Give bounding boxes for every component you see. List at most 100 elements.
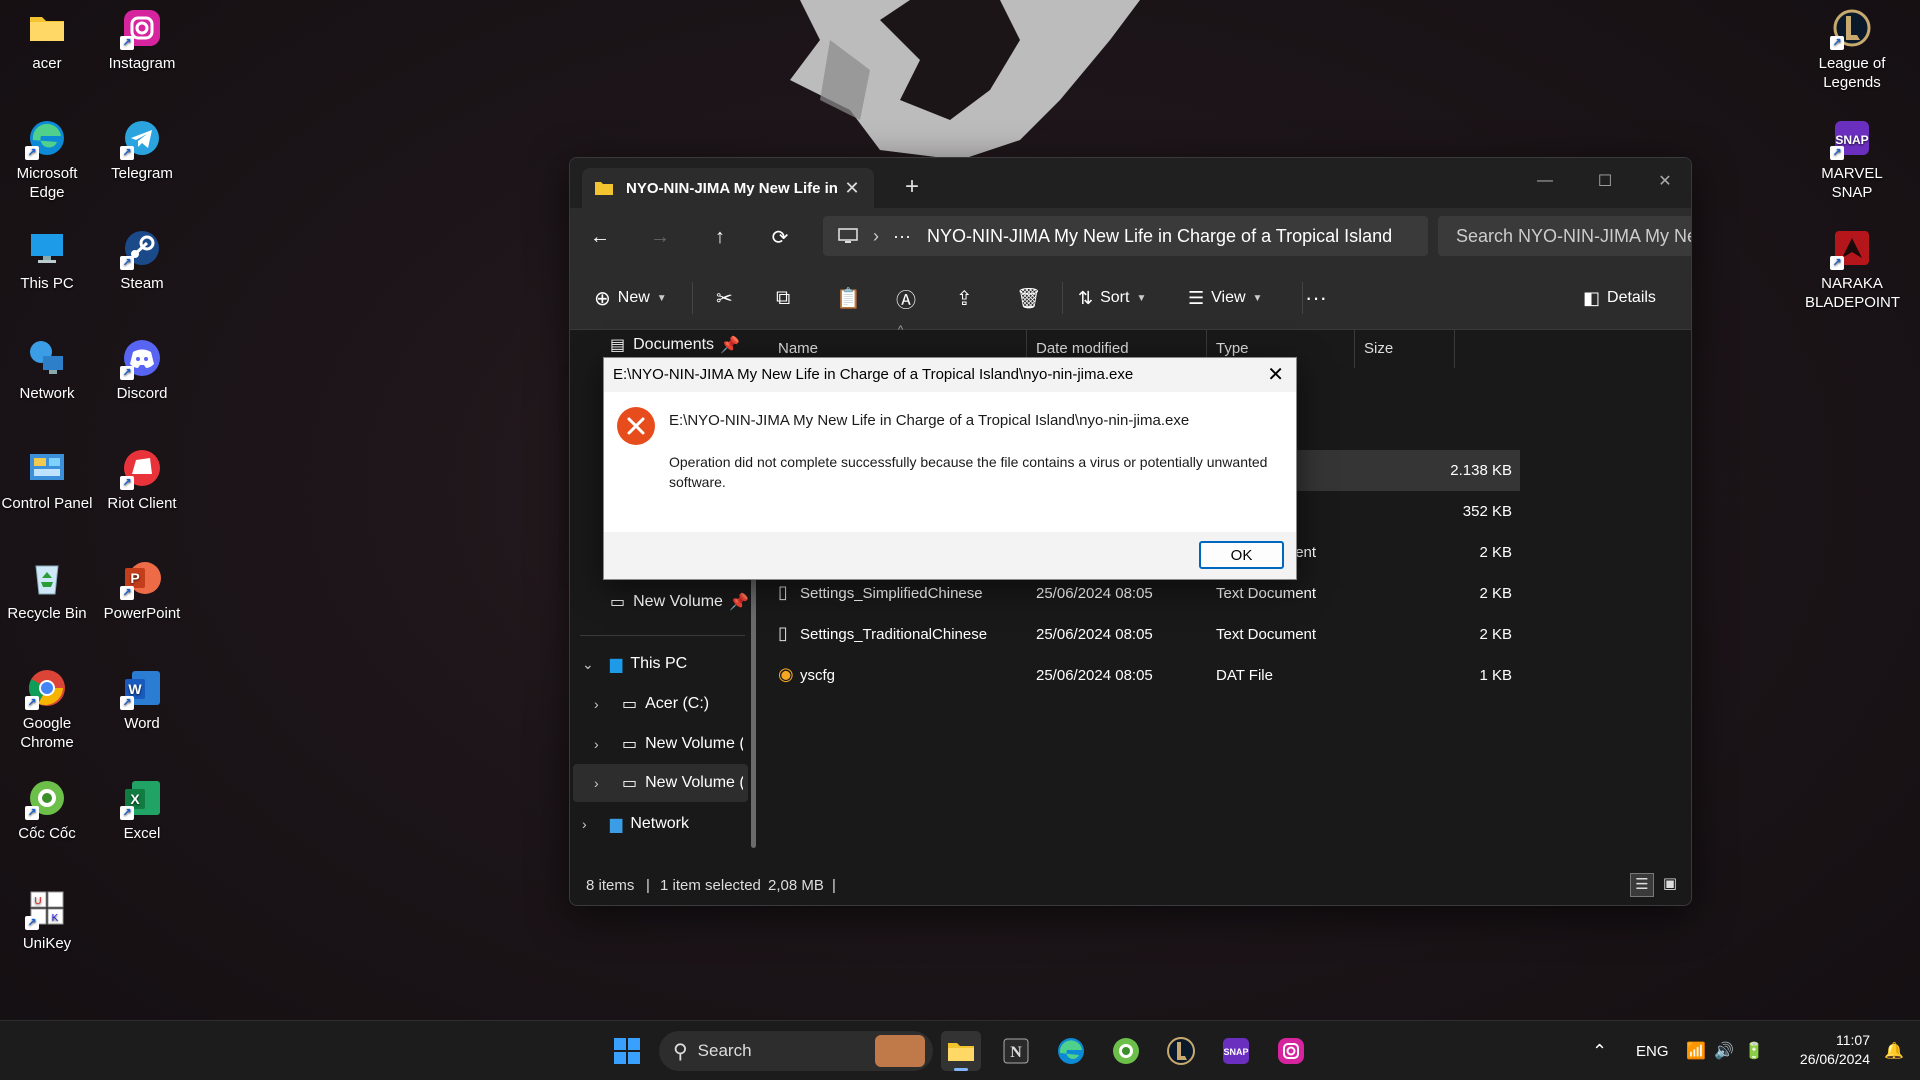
command-bar: ⊕ New ▼ ✂ ⧉ 📋 Ⓐ ⇪ 🗑 ⇅ Sort ▼ ☰ View ▼ ··… bbox=[570, 266, 1691, 330]
more-path-icon[interactable]: ··· bbox=[893, 226, 911, 247]
wallpaper-art bbox=[790, 0, 1140, 160]
view-button[interactable]: ☰ View ▼ bbox=[1188, 282, 1262, 314]
new-tab-button[interactable]: + bbox=[900, 173, 924, 201]
column-divider[interactable] bbox=[1354, 330, 1355, 368]
address-input[interactable]: › ··· NYO-NIN-JIMA My New Life in Charge… bbox=[823, 216, 1428, 256]
taskbar-edge[interactable] bbox=[1051, 1031, 1091, 1071]
nav-item-this-pc[interactable]: ⌄ ▆ This PC bbox=[582, 647, 687, 681]
chevron-right-icon[interactable]: › bbox=[594, 696, 610, 712]
desktop-icon-powerpoint[interactable]: P ↗ PowerPoint bbox=[95, 558, 189, 623]
shortcut-arrow-icon: ↗ bbox=[120, 256, 134, 270]
desktop-icon-riot-client[interactable]: ↗ Riot Client bbox=[95, 448, 189, 513]
file-date: 25/06/2024 08:05 bbox=[1036, 626, 1153, 643]
table-row[interactable]: ▯ Settings_TraditionalChinese 25/06/2024… bbox=[760, 614, 1520, 655]
close-tab-icon[interactable]: ✕ bbox=[842, 178, 862, 199]
desktop-icon-discord[interactable]: ↗ Discord bbox=[95, 338, 189, 403]
nav-item-new-volume-e[interactable]: › ▭ New Volume (E:) bbox=[594, 766, 743, 800]
column-divider[interactable] bbox=[1454, 330, 1455, 368]
desktop-icon-label: League of Legends bbox=[1818, 55, 1886, 91]
nav-item-network[interactable]: › ▆ Network bbox=[582, 807, 689, 841]
chevron-right-icon[interactable]: › bbox=[594, 736, 610, 752]
nav-item-new-volume-pinned[interactable]: ▭ New Volume 📌 bbox=[610, 585, 749, 619]
taskbar-search[interactable]: ⚲ Search bbox=[659, 1031, 933, 1071]
up-button[interactable]: ↑ bbox=[702, 222, 738, 252]
telegram-icon: ↗ bbox=[120, 118, 162, 160]
cut-button[interactable]: ✂ bbox=[716, 282, 733, 314]
column-header-date[interactable]: Date modified bbox=[1036, 340, 1129, 357]
chevron-down-icon[interactable]: ⌄ bbox=[582, 656, 598, 673]
clock[interactable]: 11:07 26/06/2024 bbox=[1780, 1031, 1870, 1069]
ok-button[interactable]: OK bbox=[1199, 541, 1284, 569]
sort-button[interactable]: ⇅ Sort ▼ bbox=[1078, 282, 1146, 314]
taskbar-league[interactable] bbox=[1161, 1031, 1201, 1071]
chevron-right-icon[interactable]: › bbox=[594, 775, 610, 791]
desktop-icon-network[interactable]: Network bbox=[0, 338, 94, 403]
close-dialog-button[interactable]: ✕ bbox=[1267, 362, 1284, 387]
desktop-icon-acer[interactable]: acer bbox=[0, 8, 94, 73]
taskbar-file-explorer[interactable] bbox=[941, 1031, 981, 1071]
forward-button[interactable]: → bbox=[642, 222, 678, 252]
nav-item-new-volume-d[interactable]: › ▭ New Volume (D:) bbox=[594, 727, 743, 761]
desktop-icon-recycle-bin[interactable]: Recycle Bin bbox=[0, 558, 94, 623]
copy-button[interactable]: ⧉ bbox=[776, 282, 790, 314]
desktop-icon-coccoc[interactable]: ↗ Cốc Cốc bbox=[0, 778, 94, 843]
battery-icon[interactable]: 🔋 bbox=[1744, 1021, 1764, 1080]
tiles-view-icon[interactable]: ▣ bbox=[1658, 873, 1682, 897]
table-row[interactable]: ◉ yscfg 25/06/2024 08:05 DAT File 1 KB bbox=[760, 655, 1520, 696]
language-indicator[interactable]: ENG bbox=[1636, 1021, 1669, 1080]
delete-button[interactable]: 🗑 bbox=[1016, 282, 1041, 314]
desktop-icon-naraka[interactable]: ↗ NARAKA BLADEPOINT bbox=[1805, 228, 1900, 312]
rename-button[interactable]: Ⓐ bbox=[896, 282, 916, 314]
desktop-icon-control-panel[interactable]: Control Panel bbox=[0, 448, 94, 513]
desktop-icon-league[interactable]: ↗ League of Legends bbox=[1805, 8, 1899, 92]
nav-label: Documents bbox=[633, 336, 715, 353]
new-button[interactable]: ⊕ New ▼ bbox=[594, 282, 667, 314]
taskbar-notion[interactable]: N bbox=[996, 1031, 1036, 1071]
svg-text:SNAP: SNAP bbox=[1223, 1047, 1248, 1057]
details-button[interactable]: ◧ Details bbox=[1583, 282, 1656, 314]
desktop-icon-word[interactable]: W ↗ Word bbox=[95, 668, 189, 733]
details-view-icon[interactable]: ☰ bbox=[1630, 873, 1654, 897]
volume-icon[interactable]: 🔊 bbox=[1714, 1021, 1734, 1080]
naraka-icon: ↗ bbox=[1830, 228, 1872, 270]
more-options-button[interactable]: ··· bbox=[1305, 282, 1327, 314]
desktop-icon-edge[interactable]: ↗ Microsoft Edge bbox=[0, 118, 94, 202]
back-button[interactable]: ← bbox=[582, 222, 618, 252]
chevron-right-icon[interactable]: › bbox=[582, 816, 598, 832]
column-header-size[interactable]: Size bbox=[1364, 340, 1393, 357]
desktop-icon-steam[interactable]: ↗ Steam bbox=[95, 228, 189, 293]
notification-bell-icon[interactable]: 🔔 bbox=[1884, 1021, 1904, 1080]
search-input[interactable]: Search NYO-NIN-JIMA My New Life in Charg… bbox=[1438, 216, 1691, 256]
item-count: 8 items bbox=[586, 877, 635, 894]
desktop-icon-label: Excel bbox=[123, 825, 161, 842]
show-hidden-icons-button[interactable]: ⌃ bbox=[1592, 1021, 1607, 1080]
start-button[interactable] bbox=[607, 1031, 647, 1071]
maximize-button[interactable]: ☐ bbox=[1580, 166, 1630, 196]
column-header-type[interactable]: Type bbox=[1216, 340, 1249, 357]
minimize-button[interactable]: — bbox=[1520, 166, 1570, 196]
close-window-button[interactable]: ✕ bbox=[1640, 166, 1690, 196]
coccoc-icon: ↗ bbox=[25, 778, 67, 820]
share-button[interactable]: ⇪ bbox=[956, 282, 973, 314]
taskbar-instagram[interactable] bbox=[1271, 1031, 1311, 1071]
desktop-icon-chrome[interactable]: ↗ Google Chrome bbox=[0, 668, 94, 752]
file-type: DAT File bbox=[1216, 667, 1273, 684]
nav-item-acer-c[interactable]: › ▭ Acer (C:) bbox=[594, 687, 709, 721]
paste-button[interactable]: 📋 bbox=[836, 282, 861, 314]
tab-current-folder[interactable]: NYO-NIN-JIMA My New Life in Charge of a … bbox=[582, 168, 874, 208]
desktop-icon-excel[interactable]: X ↗ Excel bbox=[95, 778, 189, 843]
instagram-icon: ↗ bbox=[120, 8, 162, 50]
desktop-icon-instagram[interactable]: ↗ Instagram bbox=[95, 8, 189, 73]
desktop-icon-label: Recycle Bin bbox=[7, 605, 87, 622]
divider bbox=[1062, 282, 1063, 314]
desktop-icon-unikey[interactable]: UK ↗ UniKey bbox=[0, 888, 94, 953]
desktop-icon-telegram[interactable]: ↗ Telegram bbox=[95, 118, 189, 183]
desktop-icon-marvel-snap[interactable]: SNAP ↗ MARVEL SNAP bbox=[1805, 118, 1899, 202]
taskbar-coccoc[interactable] bbox=[1106, 1031, 1146, 1071]
view-label: View bbox=[1211, 289, 1246, 306]
column-header-name[interactable]: Name bbox=[778, 340, 818, 357]
taskbar-marvel-snap[interactable]: SNAP bbox=[1216, 1031, 1256, 1071]
refresh-button[interactable]: ⟳ bbox=[762, 222, 798, 252]
desktop-icon-this-pc[interactable]: This PC bbox=[0, 228, 94, 293]
wifi-icon[interactable]: 📶 bbox=[1686, 1021, 1706, 1080]
